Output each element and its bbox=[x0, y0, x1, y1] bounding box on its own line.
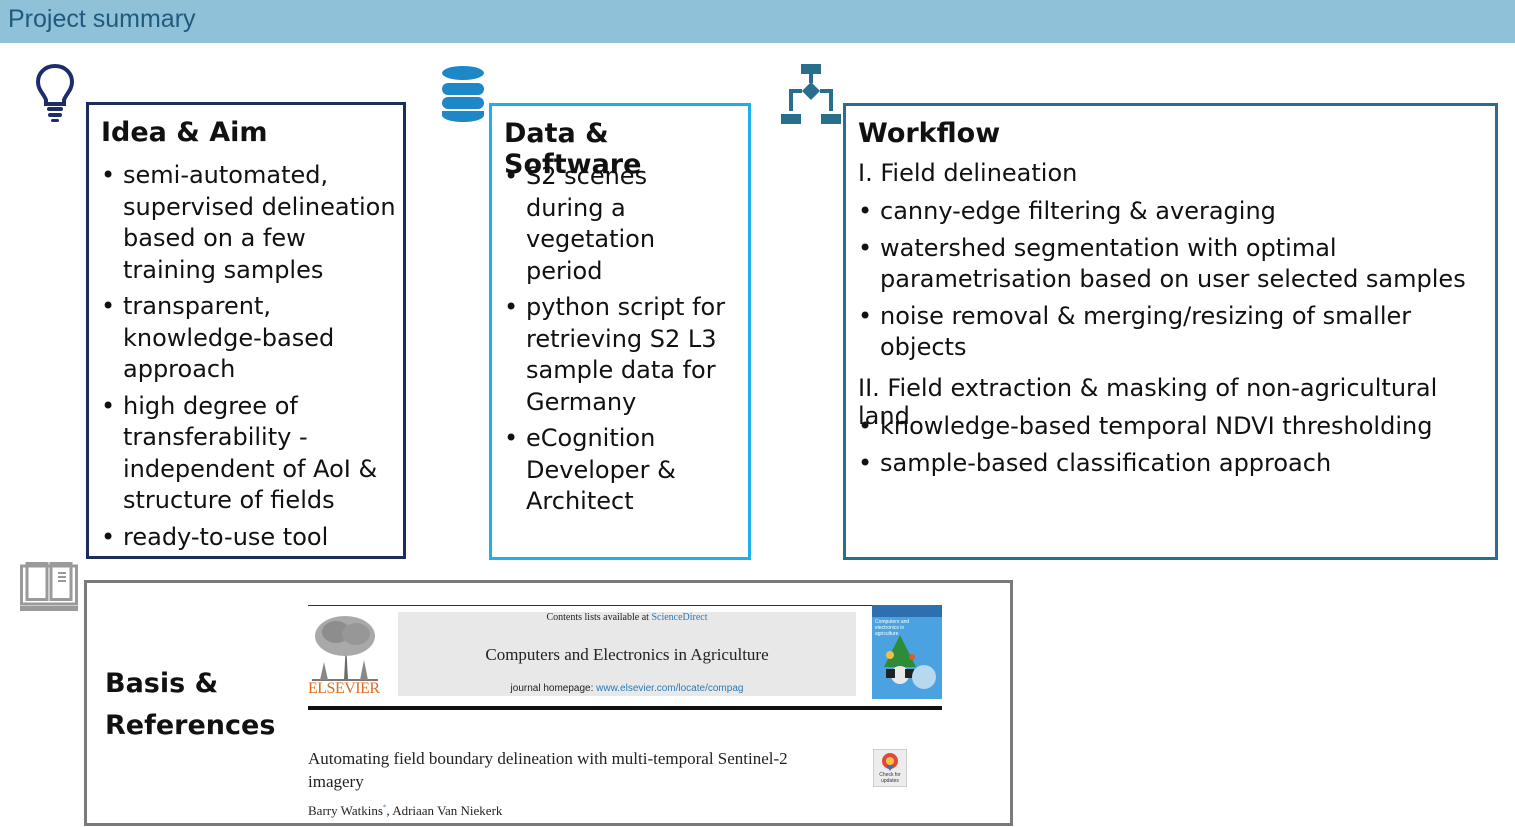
journal-name: Computers and Electronics in Agriculture bbox=[485, 645, 769, 664]
list-item: eCognition Developer & Architect bbox=[504, 423, 729, 518]
contents-line: Contents lists available at ScienceDirec… bbox=[398, 612, 856, 623]
journal-cover: Computers and electronics in agriculture bbox=[872, 605, 942, 699]
list-item: watershed segmentation with optimal para… bbox=[858, 233, 1488, 296]
workflow-list-2: knowledge-based temporal NDVI thresholdi… bbox=[858, 411, 1488, 484]
list-item: sample-based classification approach bbox=[858, 448, 1488, 480]
author-rest: , Adriaan Van Niekerk bbox=[386, 803, 503, 818]
database-icon bbox=[441, 65, 485, 123]
idea-aim-title: Idea & Aim bbox=[101, 117, 268, 148]
article-title-line1: Automating field boundary delineation wi… bbox=[308, 749, 788, 768]
workflow-list-1: canny-edge filtering & averaging watersh… bbox=[858, 196, 1488, 369]
list-item: high degree of transferability - indepen… bbox=[101, 391, 396, 517]
list-item: noise removal & merging/resizing of smal… bbox=[858, 301, 1488, 364]
list-item: S2 scenes during a vegetation period bbox=[504, 161, 729, 287]
data-software-list: S2 scenes during a vegetation period pyt… bbox=[504, 161, 729, 523]
publisher-name: ELSEVIER bbox=[308, 680, 380, 697]
journal-banner: Contents lists available at ScienceDirec… bbox=[398, 612, 856, 696]
workflow-box: Workflow I. Field delineation canny-edge… bbox=[843, 103, 1498, 560]
references-title-line1: Basis & bbox=[105, 668, 219, 699]
references-title: Basis & References bbox=[105, 663, 275, 747]
references-box: Basis & References ELSEVIER Contents lis… bbox=[84, 580, 1013, 826]
references-title-line2: References bbox=[105, 710, 276, 741]
workflow-title: Workflow bbox=[858, 118, 1001, 149]
workflow-section-1: I. Field delineation bbox=[858, 159, 1078, 187]
page-title: Project summary bbox=[8, 5, 196, 33]
list-item: semi-automated, supervised delineation b… bbox=[101, 160, 396, 286]
sciencedirect-link[interactable]: ScienceDirect bbox=[651, 612, 707, 623]
idea-aim-box: Idea & Aim semi-automated, supervised de… bbox=[86, 102, 406, 559]
article-authors: Barry Watkins*, Adriaan Van Niekerk bbox=[308, 803, 502, 819]
elsevier-logo: ELSEVIER bbox=[308, 612, 382, 698]
journal-top-rule bbox=[308, 605, 942, 606]
book-icon bbox=[20, 562, 78, 612]
list-item: canny-edge filtering & averaging bbox=[858, 196, 1488, 228]
contents-prefix: Contents lists available at bbox=[546, 612, 652, 623]
idea-aim-list: semi-automated, supervised delineation b… bbox=[101, 160, 396, 558]
check-for-updates-badge[interactable]: Check for updates bbox=[873, 749, 907, 787]
journal-header: ELSEVIER Contents lists available at Sci… bbox=[308, 603, 942, 713]
article-title-line2: imagery bbox=[308, 772, 364, 791]
journal-bottom-rule bbox=[308, 706, 942, 710]
list-item: ready-to-use tool bbox=[101, 522, 396, 554]
list-item: python script for retrieving S2 L3 sampl… bbox=[504, 292, 729, 418]
check-updates-icon bbox=[882, 753, 898, 771]
article-title: Automating field boundary delineation wi… bbox=[308, 747, 868, 793]
list-item: transparent, knowledge-based approach bbox=[101, 291, 396, 386]
check-label-2: updates bbox=[881, 778, 899, 784]
homepage-link[interactable]: www.elsevier.com/locate/compag bbox=[596, 683, 743, 694]
header-bar: Project summary bbox=[0, 0, 1515, 43]
author-1: Barry Watkins bbox=[308, 803, 383, 818]
workflow-icon bbox=[781, 64, 841, 126]
list-item: knowledge-based temporal NDVI thresholdi… bbox=[858, 411, 1488, 443]
homepage-line: journal homepage: www.elsevier.com/locat… bbox=[398, 683, 856, 694]
data-software-box: Data & Software S2 scenes during a veget… bbox=[489, 103, 751, 560]
cover-art bbox=[884, 635, 936, 689]
lightbulb-icon bbox=[34, 62, 76, 124]
homepage-prefix: journal homepage: bbox=[510, 683, 597, 694]
